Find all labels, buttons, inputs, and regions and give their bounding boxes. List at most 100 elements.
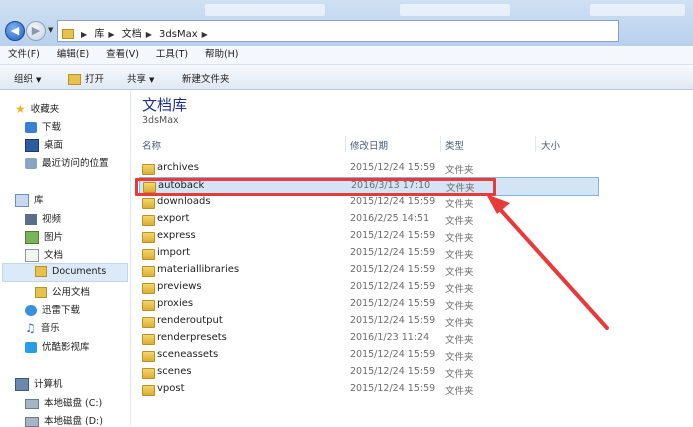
file-name: export [157,213,190,224]
breadcrumb: ▶ 库 ▶ 文档 ▶ 3dsMax ▶ [62,25,212,40]
nav-computer[interactable]: 计算机 [15,376,63,391]
nav-item-public-documents[interactable]: 公用文档 [35,284,90,298]
file-date: 2015/12/24 15:59 [350,366,436,377]
nav-item-music[interactable]: ♫ 音乐 [25,320,60,334]
file-row[interactable]: materiallibraries 2015/12/24 15:59 文件夹 [139,262,693,279]
file-row[interactable]: downloads 2015/12/24 15:59 文件夹 [139,194,693,211]
nav-item-desktop[interactable]: 桌面 [25,137,63,152]
navigation-pane [0,90,131,425]
new-folder-button[interactable]: 新建文件夹 [182,71,230,85]
library-icon [15,194,29,207]
breadcrumb-documents[interactable]: 文档 [122,29,142,40]
file-name: import [157,247,191,258]
nav-item-downloads[interactable]: 下载 [25,119,61,133]
file-type: 文件夹 [445,335,474,346]
file-row[interactable]: vpost 2015/12/24 15:59 文件夹 [139,381,693,398]
menu-edit[interactable]: 编辑(E) [57,46,89,64]
nav-item-thunder-downloads[interactable]: 迅雷下载 [25,302,80,316]
menu-file[interactable]: 文件(F) [8,46,40,64]
share-button[interactable]: 共享 ▼ [127,71,154,85]
nav-item-documents[interactable]: Documents [35,266,106,277]
open-folder-icon [68,74,81,85]
taskbar-preview [205,4,325,16]
file-row[interactable]: export 2016/2/25 14:51 文件夹 [139,211,693,228]
menu-view[interactable]: 查看(V) [106,46,139,64]
address-bar[interactable]: ▶ 库 ▶ 文档 ▶ 3dsMax ▶ [57,20,619,42]
recent-places-icon [25,158,37,169]
folder-icon [142,198,155,209]
file-name: renderpresets [157,332,227,343]
column-divider[interactable] [345,136,346,152]
organize-label: 组织 [14,74,34,85]
nav-item-youku[interactable]: 优酷影视库 [25,339,90,353]
column-divider[interactable] [535,136,536,152]
nav-item-pictures[interactable]: 图片 [25,229,63,244]
music-note-icon: ♫ [25,321,36,335]
file-name: scenes [157,366,192,377]
file-row[interactable]: express 2015/12/24 15:59 文件夹 [139,228,693,245]
column-header-modified[interactable]: 修改日期 [350,138,388,152]
menu-bar: 文件(F) 编辑(E) 查看(V) 工具(T) 帮助(H) [0,46,693,65]
chevron-down-icon: ▼ [149,76,155,84]
column-divider[interactable] [440,136,441,152]
chevron-right-icon[interactable]: ▶ [108,30,114,39]
file-date: 2015/12/24 15:59 [350,264,436,275]
breadcrumb-library[interactable]: 库 [94,29,104,40]
nav-item-drive-c[interactable]: 本地磁盘 (C:) [25,395,102,409]
file-type: 文件夹 [445,301,474,312]
chevron-right-icon[interactable]: ▶ [146,30,152,39]
file-name: downloads [157,196,211,207]
menu-help[interactable]: 帮助(H) [205,46,239,64]
file-type: 文件夹 [445,216,474,227]
highlight-box [135,178,496,196]
nav-label: 公用文档 [52,287,91,298]
file-row[interactable]: renderoutput 2015/12/24 15:59 文件夹 [139,313,693,330]
menu-tools[interactable]: 工具(T) [156,46,188,64]
folder-icon [142,385,155,396]
file-row[interactable]: scenes 2015/12/24 15:59 文件夹 [139,364,693,381]
breadcrumb-3dsmax[interactable]: 3dsMax [159,29,198,40]
forward-button[interactable]: ▶ [26,21,46,41]
file-type: 文件夹 [445,165,474,176]
download-icon [25,122,37,133]
file-row[interactable]: previews 2015/12/24 15:59 文件夹 [139,279,693,296]
folder-icon [35,266,47,277]
chevron-right-icon[interactable]: ▶ [202,30,208,39]
nav-label: 计算机 [34,379,63,390]
nav-label: 最近访问的位置 [42,158,109,169]
nav-favorites[interactable]: ★ 收藏夹 [15,101,59,115]
nav-libraries[interactable]: 库 [15,192,44,207]
folder-icon [142,266,155,277]
chevron-right-icon[interactable]: ▶ [81,30,87,39]
library-title: 文档库 [142,96,188,114]
nav-label: 音乐 [40,323,60,334]
nav-item-recent[interactable]: 最近访问的位置 [25,155,109,169]
folder-icon [142,283,155,294]
nav-label: 视频 [42,214,62,225]
back-button[interactable]: ◀ [5,21,25,41]
column-header-size[interactable]: 大小 [541,138,560,152]
document-icon [25,249,39,262]
open-button[interactable]: 打开 [68,71,104,85]
nav-label: 下载 [42,122,62,133]
folder-icon [142,300,155,311]
file-row[interactable]: archives 2015/12/24 15:59 文件夹 [139,160,693,177]
column-header-name[interactable]: 名称 [142,138,161,152]
nav-item-videos[interactable]: 视频 [25,211,61,225]
file-date: 2015/12/24 15:59 [350,196,436,207]
file-date: 2015/12/24 15:59 [350,247,436,258]
file-row[interactable]: proxies 2015/12/24 15:59 文件夹 [139,296,693,313]
nav-item-documents-lib[interactable]: 文档 [25,247,63,262]
folder-icon [35,287,47,298]
column-header-type[interactable]: 类型 [445,138,464,152]
organize-button[interactable]: 组织 ▼ [14,71,41,85]
file-name: sceneassets [157,349,219,360]
file-row[interactable]: sceneassets 2015/12/24 15:59 文件夹 [139,347,693,364]
nav-label: 迅雷下载 [42,305,81,316]
file-type: 文件夹 [445,386,474,397]
file-row[interactable]: renderpresets 2016/1/23 11:24 文件夹 [139,330,693,347]
file-type: 文件夹 [445,250,474,261]
history-dropdown-icon[interactable]: ▼ [48,26,53,34]
file-row[interactable]: import 2015/12/24 15:59 文件夹 [139,245,693,262]
nav-label: Documents [52,266,107,277]
